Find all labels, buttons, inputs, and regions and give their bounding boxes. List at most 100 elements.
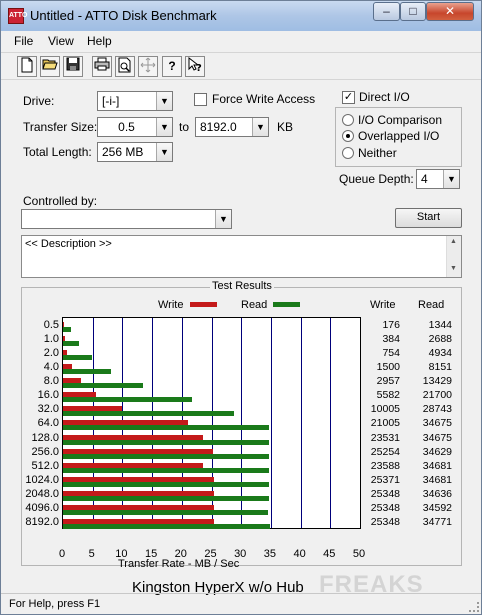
category-label: 64.0 bbox=[37, 417, 59, 430]
category-label: 512.0 bbox=[31, 459, 59, 472]
direct-io-label: Direct I/O bbox=[359, 90, 410, 104]
write-value: 2957 bbox=[376, 375, 400, 388]
description-box[interactable]: << Description >> ▲ ▼ bbox=[21, 235, 462, 278]
print-preview-icon[interactable] bbox=[115, 56, 135, 77]
close-button[interactable]: ✕ bbox=[426, 2, 474, 21]
new-icon[interactable] bbox=[17, 56, 37, 77]
open-icon[interactable] bbox=[40, 56, 60, 77]
read-value: 34681 bbox=[422, 459, 452, 472]
atto-app-icon: ATTO bbox=[8, 8, 27, 24]
write-value: 10005 bbox=[370, 403, 400, 416]
category-label: 1024.0 bbox=[25, 473, 59, 486]
chevron-down-icon[interactable]: ▼ bbox=[252, 118, 268, 136]
overlapped-io-label: Overlapped I/O bbox=[358, 129, 440, 143]
scroll-down-icon[interactable]: ▼ bbox=[450, 265, 457, 272]
queue-depth-select[interactable]: 4 ▼ bbox=[416, 169, 460, 189]
write-value: 25254 bbox=[370, 445, 400, 458]
description-scrollbar[interactable]: ▲ ▼ bbox=[446, 236, 461, 277]
x-axis-label: Transfer Rate - MB / Sec bbox=[118, 558, 240, 570]
maximize-button[interactable]: □ bbox=[400, 2, 426, 21]
x-tick-label: 5 bbox=[88, 548, 95, 560]
read-bar bbox=[63, 509, 269, 515]
move-icon[interactable] bbox=[138, 56, 158, 77]
context-help-icon[interactable]: ? bbox=[185, 56, 205, 77]
force-write-access-checkbox[interactable] bbox=[194, 93, 207, 106]
io-mode-group: I/O Comparison Overlapped I/O Neither bbox=[335, 107, 462, 167]
category-label: 4.0 bbox=[43, 361, 59, 374]
menu-view[interactable]: View bbox=[48, 34, 74, 48]
chevron-down-icon[interactable]: ▼ bbox=[156, 118, 172, 136]
chevron-down-icon[interactable]: ▼ bbox=[156, 92, 172, 110]
read-value: 34675 bbox=[422, 431, 452, 444]
drive-select[interactable]: [-i-] ▼ bbox=[97, 91, 173, 111]
read-value: 34771 bbox=[422, 515, 452, 528]
menu-help[interactable]: Help bbox=[87, 34, 112, 48]
category-label: 2.0 bbox=[43, 347, 59, 360]
x-tick-label: 50 bbox=[352, 548, 366, 560]
direct-io-checkbox[interactable]: ✓ bbox=[342, 91, 355, 104]
category-label: 128.0 bbox=[31, 431, 59, 444]
x-tick-label: 40 bbox=[293, 548, 306, 560]
read-bar bbox=[63, 467, 269, 473]
read-bar bbox=[63, 481, 269, 487]
category-label: 32.0 bbox=[37, 403, 59, 416]
read-value: 8151 bbox=[428, 361, 452, 374]
minimize-button[interactable]: – bbox=[373, 2, 400, 21]
category-label: 2048.0 bbox=[25, 487, 59, 500]
resize-grip[interactable] bbox=[469, 602, 479, 612]
io-comparison-radio[interactable] bbox=[342, 114, 354, 126]
neither-label: Neither bbox=[358, 146, 397, 160]
title-bar[interactable]: ATTO Untitled - ATTO Disk Benchmark – □ … bbox=[1, 1, 481, 31]
io-comparison-label: I/O Comparison bbox=[358, 113, 443, 127]
gridline bbox=[271, 318, 272, 528]
write-column-header: Write bbox=[370, 299, 396, 311]
category-label: 16.0 bbox=[37, 389, 59, 402]
read-value: 34681 bbox=[422, 473, 452, 486]
write-value: 754 bbox=[382, 347, 400, 360]
category-label: 8192.0 bbox=[25, 515, 59, 528]
read-legend-swatch bbox=[273, 302, 300, 307]
overlapped-io-radio[interactable] bbox=[342, 130, 354, 142]
scroll-up-icon[interactable]: ▲ bbox=[450, 238, 457, 245]
chevron-down-icon[interactable]: ▼ bbox=[215, 210, 231, 228]
save-icon[interactable] bbox=[63, 56, 83, 77]
category-label: 1.0 bbox=[43, 333, 59, 346]
transfer-from-value: 0.5 bbox=[118, 120, 135, 134]
gridline bbox=[301, 318, 302, 528]
print-icon[interactable] bbox=[92, 56, 112, 77]
read-value: 1344 bbox=[428, 319, 452, 331]
neither-radio[interactable] bbox=[342, 147, 354, 159]
start-button[interactable]: Start bbox=[395, 208, 462, 228]
controlled-by-select[interactable]: ▼ bbox=[21, 209, 232, 229]
transfer-to-value: 8192.0 bbox=[200, 120, 237, 134]
status-text: For Help, press F1 bbox=[9, 598, 101, 610]
transfer-size-label: Transfer Size: bbox=[23, 120, 98, 134]
read-value: 34675 bbox=[422, 417, 452, 430]
read-bar bbox=[63, 453, 269, 459]
transfer-size-from-select[interactable]: 0.5 ▼ bbox=[97, 117, 173, 137]
read-value: 28743 bbox=[422, 403, 452, 416]
write-value: 5582 bbox=[376, 389, 400, 402]
write-value: 25348 bbox=[370, 501, 400, 514]
transfer-size-to-select[interactable]: 8192.0 ▼ bbox=[195, 117, 269, 137]
read-value: 34636 bbox=[422, 487, 452, 500]
kb-label: KB bbox=[277, 120, 294, 134]
menu-bar: File View Help bbox=[1, 31, 481, 51]
to-label: to bbox=[179, 120, 190, 134]
chevron-down-icon[interactable]: ▼ bbox=[156, 143, 172, 161]
svg-text:?: ? bbox=[196, 63, 202, 73]
total-length-select[interactable]: 256 MB ▼ bbox=[97, 142, 173, 162]
description-text: << Description >> bbox=[25, 238, 112, 250]
read-value: 13429 bbox=[422, 375, 452, 388]
menu-file[interactable]: File bbox=[14, 34, 33, 48]
queue-depth-label: Queue Depth: bbox=[339, 172, 414, 186]
help-icon[interactable]: ? bbox=[162, 56, 182, 77]
write-value: 25348 bbox=[370, 487, 400, 500]
read-value: 21700 bbox=[422, 389, 452, 402]
chevron-down-icon[interactable]: ▼ bbox=[443, 170, 459, 188]
read-bar bbox=[63, 355, 93, 361]
write-legend-label: Write bbox=[158, 299, 184, 311]
read-bar bbox=[63, 523, 270, 529]
x-tick-label: 0 bbox=[58, 548, 66, 560]
drive-label: Drive: bbox=[23, 94, 55, 108]
